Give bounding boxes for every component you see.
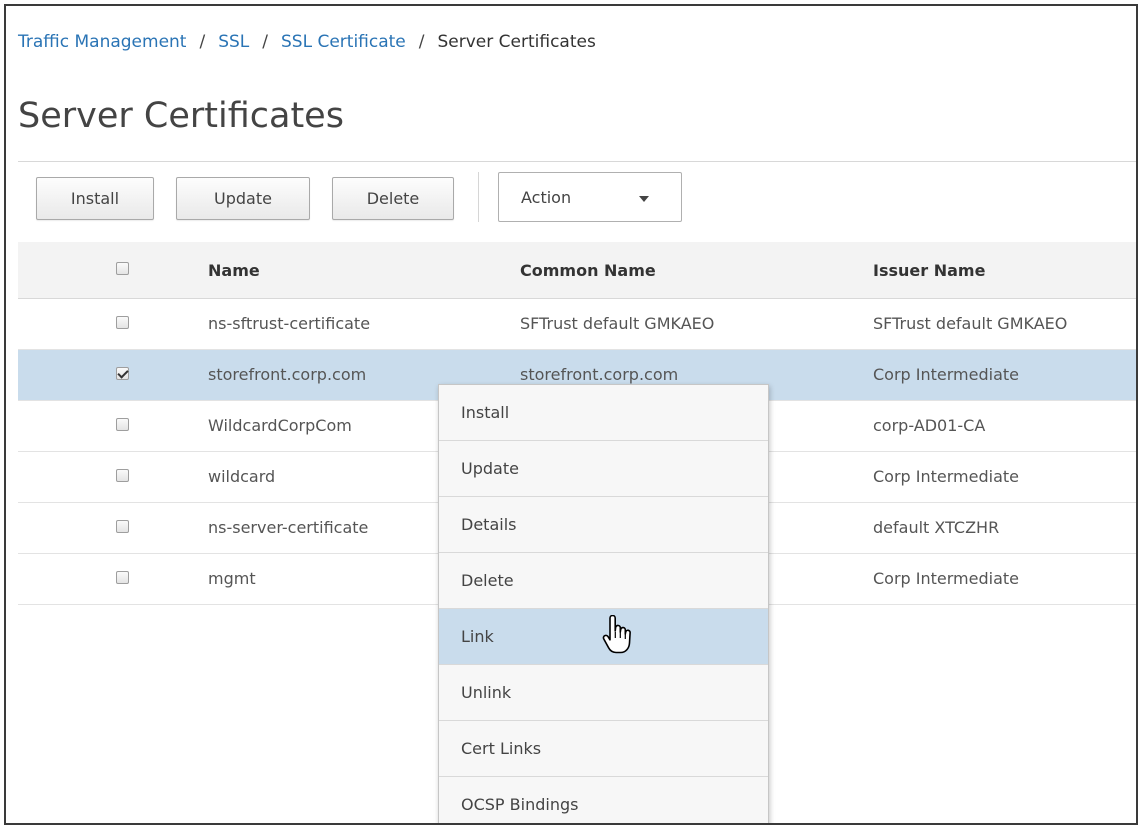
menu-item-cert-links[interactable]: Cert Links [439, 721, 768, 777]
cell-name: storefront.corp.com [208, 365, 367, 384]
row-checkbox[interactable] [116, 418, 129, 431]
install-button[interactable]: Install [36, 177, 154, 220]
caret-down-icon [639, 196, 649, 202]
breadcrumb-separator: / [199, 32, 206, 52]
row-checkbox[interactable] [116, 520, 129, 533]
menu-item-label: Details [461, 515, 517, 534]
column-header-common-name[interactable]: Common Name [520, 261, 656, 280]
row-checkbox[interactable] [116, 367, 129, 380]
update-button[interactable]: Update [176, 177, 310, 220]
page-title: Server Certificates [18, 96, 344, 136]
menu-item-delete[interactable]: Delete [439, 553, 768, 609]
cell-name: wildcard [208, 467, 276, 486]
breadcrumb-traffic-management[interactable]: Traffic Management [18, 32, 186, 52]
menu-item-label: Link [461, 627, 494, 646]
cell-issuer-name: corp-AD01-CA [873, 416, 986, 435]
hand-pointer-icon [602, 615, 631, 654]
menu-item-install[interactable]: Install [439, 385, 768, 441]
toolbar-separator [478, 172, 479, 222]
cell-issuer-name: Corp Intermediate [873, 365, 1020, 384]
menu-item-unlink[interactable]: Unlink [439, 665, 768, 721]
column-header-issuer-name[interactable]: Issuer Name [873, 261, 985, 280]
menu-item-label: Delete [461, 571, 514, 590]
column-header-name[interactable]: Name [208, 261, 260, 280]
menu-item-label: Install [461, 403, 510, 422]
action-dropdown-label: Action [521, 188, 572, 207]
divider [18, 161, 1136, 162]
cell-name: WildcardCorpCom [208, 416, 352, 435]
breadcrumb-separator: / [262, 32, 268, 52]
delete-button[interactable]: Delete [332, 177, 454, 220]
menu-item-label: OCSP Bindings [461, 795, 579, 814]
cell-issuer-name: Corp Intermediate [873, 569, 1020, 588]
menu-item-ocsp-bindings[interactable]: OCSP Bindings [439, 777, 768, 823]
cell-name: ns-server-certificate [208, 518, 369, 537]
table-header: Name Common Name Issuer Name [18, 242, 1136, 299]
menu-item-label: Unlink [461, 683, 512, 702]
row-checkbox[interactable] [116, 469, 129, 482]
menu-item-details[interactable]: Details [439, 497, 768, 553]
cell-name: ns-sftrust-certificate [208, 314, 371, 333]
cell-common-name: SFTrust default GMKAEO [520, 314, 715, 333]
menu-item-link[interactable]: Link [439, 609, 768, 665]
select-all-checkbox[interactable] [116, 262, 129, 275]
breadcrumb-separator: / [418, 32, 425, 52]
action-dropdown[interactable]: Action [498, 172, 682, 222]
context-menu: Install Update Details Delete Link Unlin… [438, 384, 769, 823]
menu-item-label: Update [461, 459, 519, 478]
cell-name: mgmt [208, 569, 256, 588]
cell-issuer-name: Corp Intermediate [873, 467, 1020, 486]
row-checkbox[interactable] [116, 316, 129, 329]
cell-issuer-name: default XTCZHR [873, 518, 1000, 537]
menu-item-label: Cert Links [461, 739, 542, 758]
cell-issuer-name: SFTrust default GMKAEO [873, 314, 1068, 333]
row-checkbox[interactable] [116, 571, 129, 584]
cell-common-name: storefront.corp.com [520, 365, 679, 384]
breadcrumb-ssl-certificate[interactable]: SSL Certificate [281, 32, 406, 52]
menu-item-update[interactable]: Update [439, 441, 768, 497]
table-row[interactable]: ns-sftrust-certificate SFTrust default G… [18, 299, 1136, 350]
breadcrumb: Traffic Management / SSL / SSL Certificate / S… [18, 32, 596, 52]
breadcrumb-ssl[interactable]: SSL [218, 32, 249, 52]
app-window: Traffic Management / SSL / SSL Certificate / S… [4, 4, 1138, 825]
breadcrumb-current: Server Certificates [437, 32, 596, 52]
